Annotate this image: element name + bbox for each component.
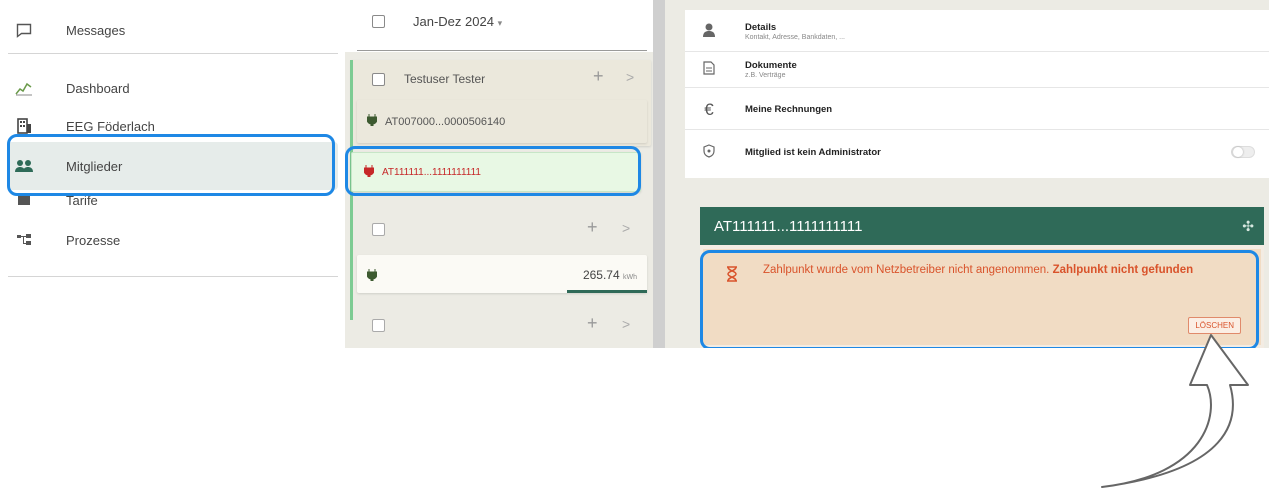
- euro-icon: €: [704, 99, 714, 119]
- details-row[interactable]: Details Kontakt, Adresse, Bankdaten, ...: [685, 12, 1269, 52]
- chevron-right-icon[interactable]: >: [622, 220, 630, 236]
- member-checkbox[interactable]: [372, 319, 385, 332]
- chevron-right-icon[interactable]: >: [622, 316, 630, 332]
- documents-row[interactable]: Dokumente z.B. Verträge: [685, 52, 1269, 88]
- member-checkbox[interactable]: [372, 223, 385, 236]
- panel-divider[interactable]: [653, 0, 665, 348]
- details-title: Details: [745, 22, 777, 33]
- chart-icon: [14, 79, 34, 97]
- meter-row-content: AT007000...0000506140: [366, 114, 506, 129]
- highlight-box-meter: [345, 146, 641, 196]
- documents-subtitle: z.B. Verträge: [745, 72, 786, 79]
- energy-value: 265.74: [582, 268, 620, 282]
- process-icon: [14, 231, 34, 249]
- admin-row: Mitglied ist kein Administrator: [685, 132, 1269, 172]
- building-icon: [14, 117, 34, 135]
- sidebar-item-dashboard[interactable]: Dashboard: [8, 70, 338, 106]
- meter-header-title: AT111111...1111111111: [714, 217, 863, 235]
- chevron-right-icon[interactable]: >: [626, 69, 634, 85]
- member-row: [372, 319, 385, 332]
- energy-progress-bar: [567, 290, 647, 293]
- sidebar-item-label: Dashboard: [66, 80, 130, 96]
- energy-card[interactable]: 265.74 kWh: [357, 255, 647, 293]
- member-row: [372, 223, 385, 236]
- meter-id: AT007000...0000506140: [385, 115, 506, 128]
- member-name: Testuser Tester: [404, 72, 486, 86]
- sidebar-item-label: Prozesse: [66, 232, 121, 248]
- meter-row[interactable]: AT007000...0000506140: [357, 100, 647, 143]
- add-icon[interactable]: +: [593, 66, 604, 87]
- add-icon[interactable]: +: [587, 217, 598, 238]
- plug-icon: [366, 268, 378, 286]
- period-selector[interactable]: Jan-Dez 2024 ▾: [413, 14, 502, 29]
- admin-title: Mitglied ist kein Administrator: [745, 146, 881, 158]
- period-label: Jan-Dez 2024: [413, 14, 494, 29]
- curved-arrow-icon: [1101, 334, 1249, 488]
- move-icon[interactable]: ✣: [1242, 218, 1254, 235]
- highlight-box-mitglieder: [7, 134, 335, 196]
- header-divider: [357, 50, 647, 51]
- invoices-row[interactable]: € Meine Rechnungen: [685, 90, 1269, 130]
- sidebar-divider: [8, 53, 338, 54]
- person-icon: [699, 23, 719, 40]
- member-card[interactable]: + >: [357, 205, 647, 253]
- sidebar-item-label: EEG Föderlach: [66, 118, 155, 134]
- shield-icon: [699, 143, 719, 161]
- plug-icon: [366, 114, 378, 129]
- document-icon: [699, 61, 719, 78]
- meter-header: AT111111...1111111111 ✣: [700, 207, 1264, 245]
- member-row: Testuser Tester: [372, 72, 485, 86]
- documents-title: Dokumente: [745, 60, 797, 71]
- energy-unit: kWh: [623, 274, 637, 281]
- member-info-card: Details Kontakt, Adresse, Bankdaten, ...…: [685, 10, 1269, 178]
- admin-toggle[interactable]: [1231, 146, 1255, 158]
- sidebar-item-messages[interactable]: Messages: [8, 12, 338, 48]
- select-all-checkbox[interactable]: [372, 15, 385, 28]
- energy-readout: 265.74 kWh: [583, 268, 637, 282]
- details-subtitle: Kontakt, Adresse, Bankdaten, ...: [745, 34, 846, 41]
- add-icon[interactable]: +: [587, 313, 598, 334]
- app-screen: Messages Dashboard EEG Föderlach Mitglie…: [0, 0, 1269, 348]
- period-row: Jan-Dez 2024 ▾: [372, 14, 502, 29]
- message-square-icon: [14, 21, 34, 39]
- member-card[interactable]: + >: [357, 303, 647, 348]
- period-header: Jan-Dez 2024 ▾: [345, 0, 653, 52]
- caret-down-icon: ▾: [497, 18, 503, 28]
- invoices-title: Meine Rechnungen: [745, 104, 833, 115]
- sidebar-item-label: Messages: [66, 22, 126, 38]
- sidebar-divider: [8, 276, 338, 277]
- sidebar-item-prozesse[interactable]: Prozesse: [8, 222, 338, 258]
- member-checkbox[interactable]: [372, 72, 385, 86]
